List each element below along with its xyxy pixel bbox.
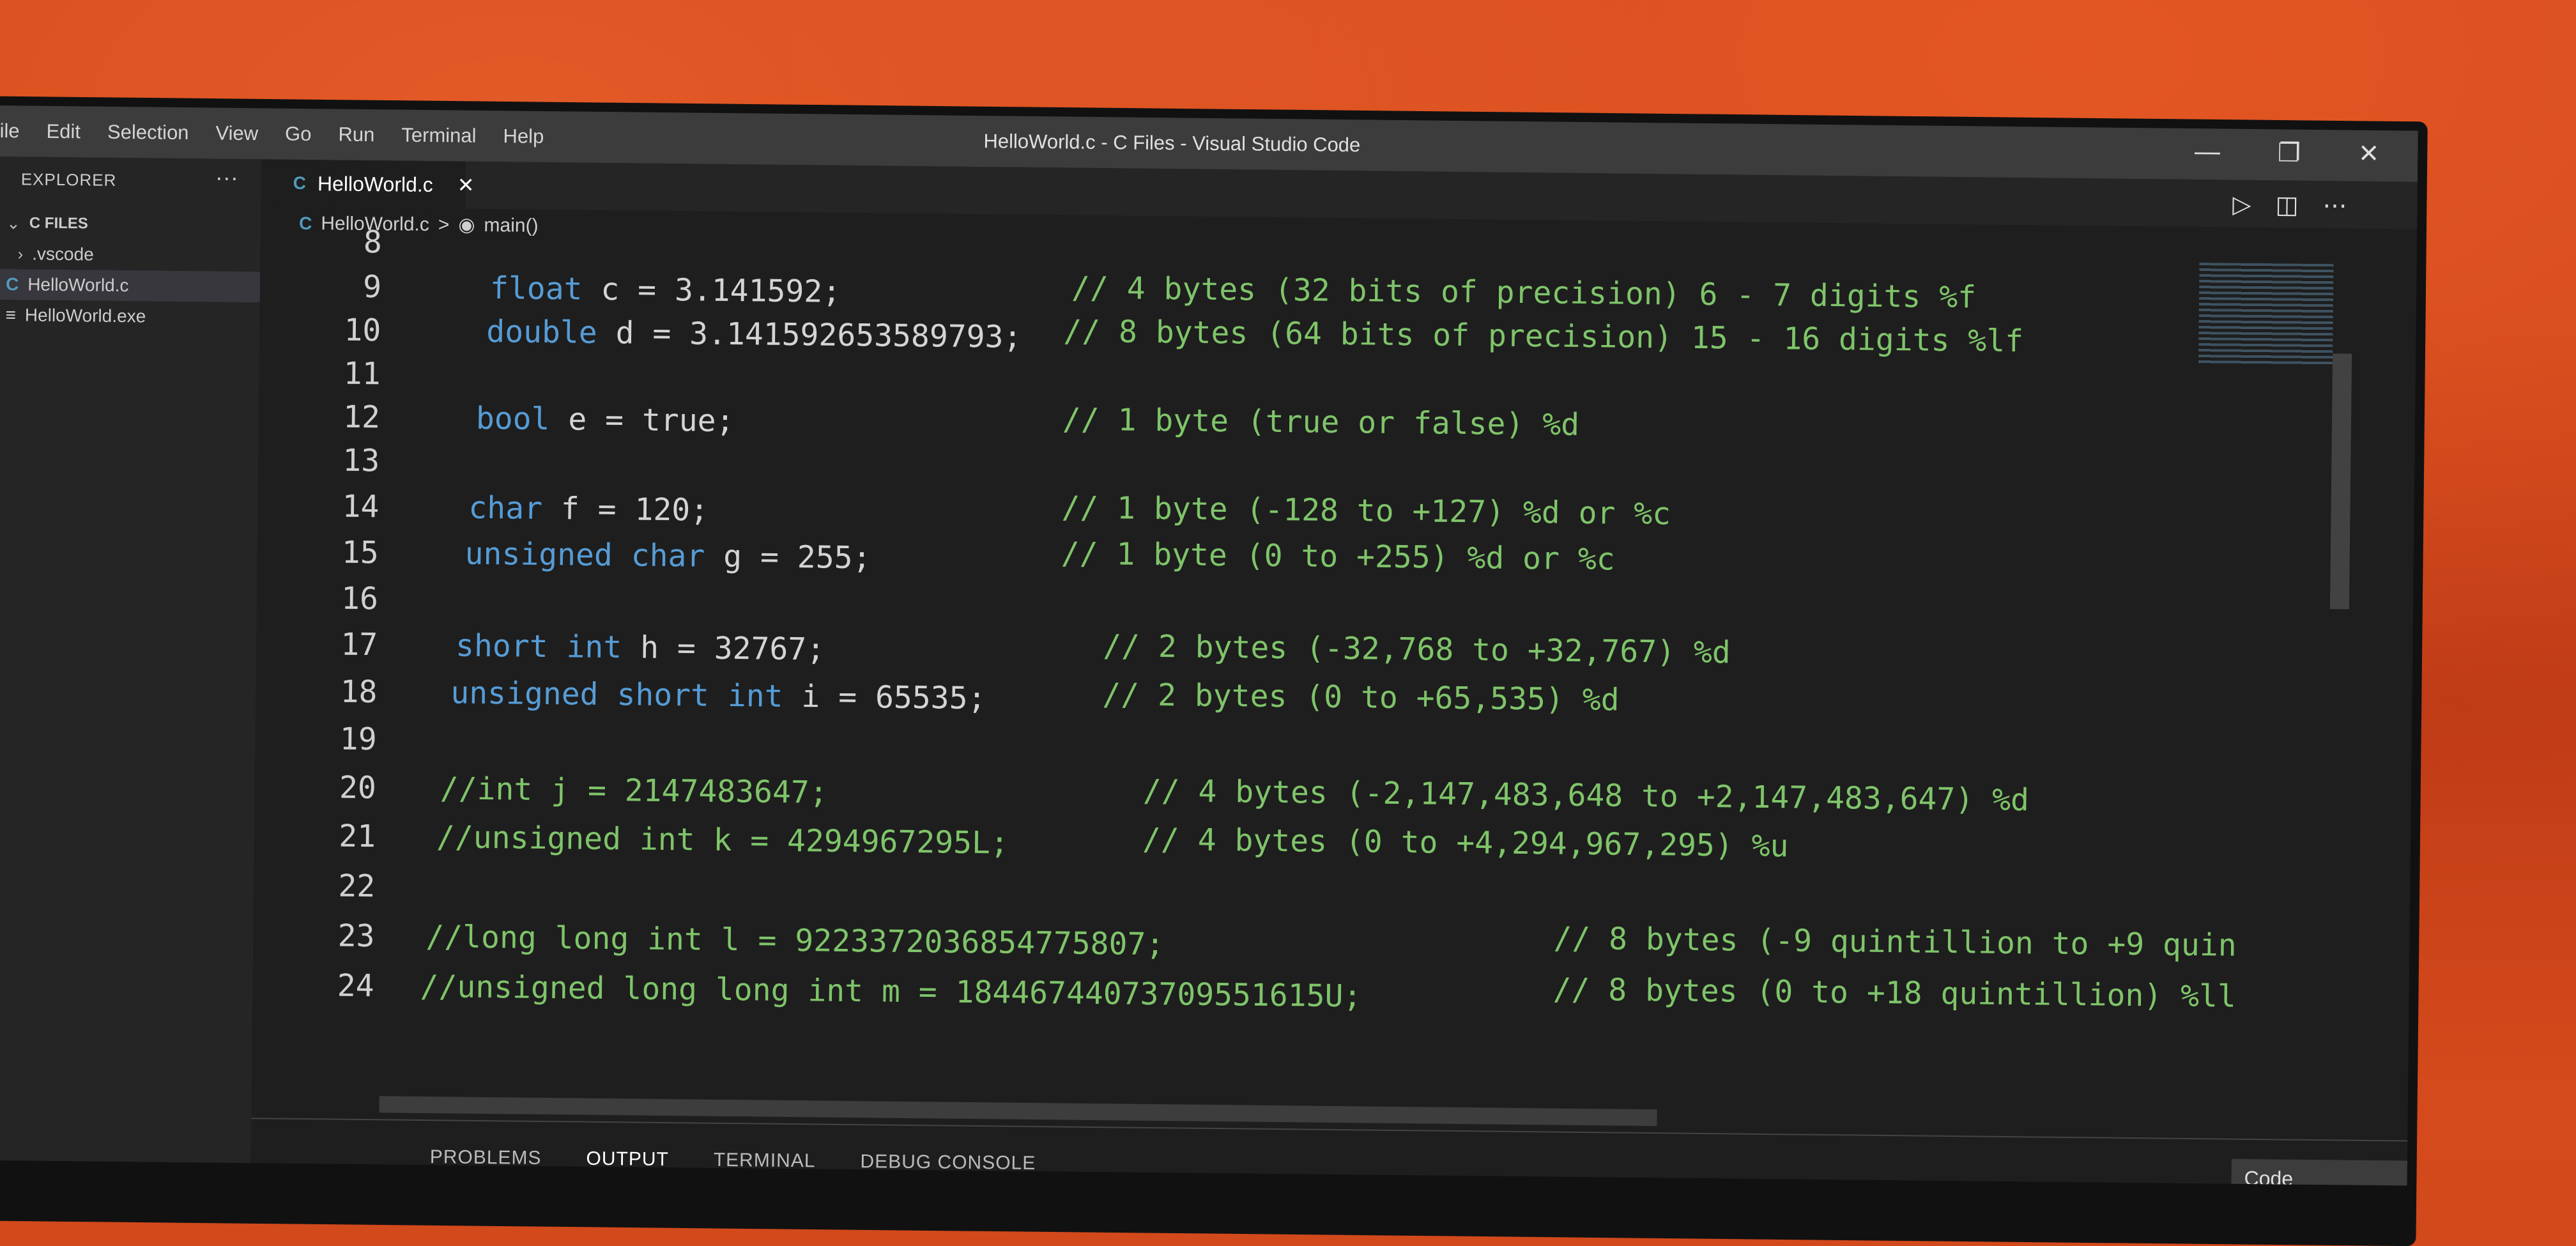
window-controls: — ❐ ✕ [2195, 137, 2380, 169]
chevron-down-icon: ⌄ [6, 213, 21, 233]
menu-run[interactable]: Run [338, 123, 374, 147]
code-text: i = 65535; [783, 678, 986, 717]
menu-go[interactable]: Go [285, 123, 312, 146]
tree-item-label: .vscode [32, 243, 94, 265]
code-text: c = 3.141592; [582, 271, 841, 310]
folder-c-files[interactable]: ⌄ C FILES [0, 208, 261, 241]
menu-terminal[interactable]: Terminal [401, 124, 477, 148]
tab-label: HelloWorld.c [317, 171, 433, 196]
exe-file-icon: ≡ [5, 305, 17, 325]
code-comment-17: // 2 bytes (-32,768 to +32,767) %d [1102, 628, 1731, 671]
c-file-icon: C [5, 274, 19, 295]
output-channel-value: Code [2244, 1166, 2294, 1186]
minimap[interactable] [2198, 263, 2334, 367]
code-type: char [468, 489, 543, 527]
code-comment-24: // 8 bytes (0 to +18 quintillion) %ll [1552, 971, 2237, 1015]
code-area[interactable]: float c = 3.141592; // 4 bytes (32 bits … [251, 236, 2237, 1138]
folder-label: C FILES [29, 214, 89, 233]
menu-help[interactable]: Help [503, 125, 544, 148]
code-type: unsigned short int [450, 675, 783, 714]
code-line-18: unsigned short int i = 65535; [450, 675, 986, 716]
more-actions-icon[interactable]: ··· [215, 164, 238, 191]
code-line-23: //long long int l = 9223372036854775807; [425, 919, 1165, 963]
code-comment-23: // 8 bytes (-9 quintillion to +9 quin [1553, 920, 2237, 964]
code-type: float [489, 270, 583, 307]
code-comment-18: // 2 bytes (0 to +65,535) %d [1102, 677, 1620, 718]
split-editor-icon[interactable]: ◫ [2275, 190, 2298, 219]
menu-selection[interactable]: Selection [107, 121, 189, 144]
code-comment-9: // 4 bytes (32 bits of precision) 6 - 7 … [1071, 270, 1977, 316]
menu-file[interactable]: ile [0, 119, 20, 142]
code-line-24: //unsigned long long int m = 18446744073… [420, 968, 1362, 1015]
code-type: short int [455, 627, 622, 666]
close-tab-icon[interactable]: ✕ [457, 173, 475, 197]
tree-item-helloworld-c[interactable]: C HelloWorld.c [0, 268, 261, 303]
c-file-icon: C [293, 173, 307, 194]
close-icon[interactable]: ✕ [2358, 139, 2380, 169]
explorer-sidebar: EXPLORER ··· ⌄ C FILES › .vscode C Hello… [0, 156, 262, 1164]
more-actions-icon[interactable]: ⋯ [2322, 191, 2347, 220]
code-line-17: short int h = 32767; [456, 628, 825, 668]
menu-edit[interactable]: Edit [46, 120, 80, 144]
code-comment-12: // 1 byte (true or false) %d [1062, 401, 1580, 443]
code-text: f = 120; [542, 490, 709, 528]
code-comment-14: // 1 byte (-128 to +127) %d or %c [1061, 489, 1671, 532]
tab-helloworld-c[interactable]: C HelloWorld.c ✕ [261, 159, 475, 209]
code-type: double [486, 313, 598, 351]
code-comment-15: // 1 byte (0 to +255) %d or %c [1061, 535, 1615, 578]
tree-item-label: HelloWorld.exe [24, 305, 146, 327]
code-comment-20: // 4 bytes (-2,147,483,648 to +2,147,483… [1142, 773, 2030, 819]
code-line-20: //int j = 2147483647; [440, 771, 828, 811]
code-editor[interactable]: 8 9 10 11 12 13 14 15 16 17 18 19 20 21 … [251, 224, 2417, 1141]
vscode-window: ile Edit Selection View Go Run Terminal … [0, 105, 2418, 1186]
code-line-12: bool e = true; [476, 401, 735, 439]
run-icon[interactable]: ▷ [2232, 190, 2251, 219]
minimize-icon[interactable]: — [2195, 137, 2220, 167]
code-type: bool [475, 400, 550, 438]
code-line-14: char f = 120; [468, 490, 709, 528]
editor-actions: ▷ ◫ ⋯ [2232, 190, 2347, 220]
vertical-scrollbar[interactable] [2329, 353, 2352, 610]
tree-item-label: HelloWorld.c [27, 274, 129, 296]
code-text: g = 255; [705, 538, 871, 576]
code-line-9: float c = 3.141592; [490, 270, 841, 310]
breadcrumb-symbol[interactable]: main() [484, 214, 538, 236]
menu-view[interactable]: View [215, 122, 258, 146]
code-comment-10: // 8 bytes (64 bits of precision) 15 - 1… [1063, 313, 2024, 360]
code-line-21: //unsigned int k = 4294967295L; [436, 819, 1009, 861]
file-tree: ⌄ C FILES › .vscode C HelloWorld.c ≡ Hel… [0, 208, 261, 333]
breadcrumb-separator: > [438, 213, 450, 235]
code-text: e = true; [549, 401, 735, 440]
chevron-right-icon: › [17, 244, 24, 264]
menu-bar: ile Edit Selection View Go Run Terminal … [0, 119, 544, 148]
code-comment-21: // 4 bytes (0 to +4,294,967,295) %u [1142, 821, 1789, 865]
explorer-title: EXPLORER [20, 169, 117, 190]
window-title: HelloWorld.c - C Files - Visual Studio C… [983, 130, 1361, 157]
code-text: h = 32767; [621, 629, 825, 668]
tree-item-helloworld-exe[interactable]: ≡ HelloWorld.exe [0, 300, 260, 333]
restore-icon[interactable]: ❐ [2278, 138, 2301, 167]
code-text: d = 3.141592653589793; [597, 314, 1022, 355]
code-line-10: double d = 3.141592653589793; [486, 314, 1022, 355]
code-type: unsigned char [464, 535, 705, 574]
tree-item-vscode[interactable]: › .vscode [0, 238, 261, 272]
code-line-15: unsigned char g = 255; [464, 536, 871, 576]
output-channel-select[interactable]: Code ⌄ [2231, 1158, 2418, 1186]
symbol-method-icon: ◉ [458, 214, 475, 236]
